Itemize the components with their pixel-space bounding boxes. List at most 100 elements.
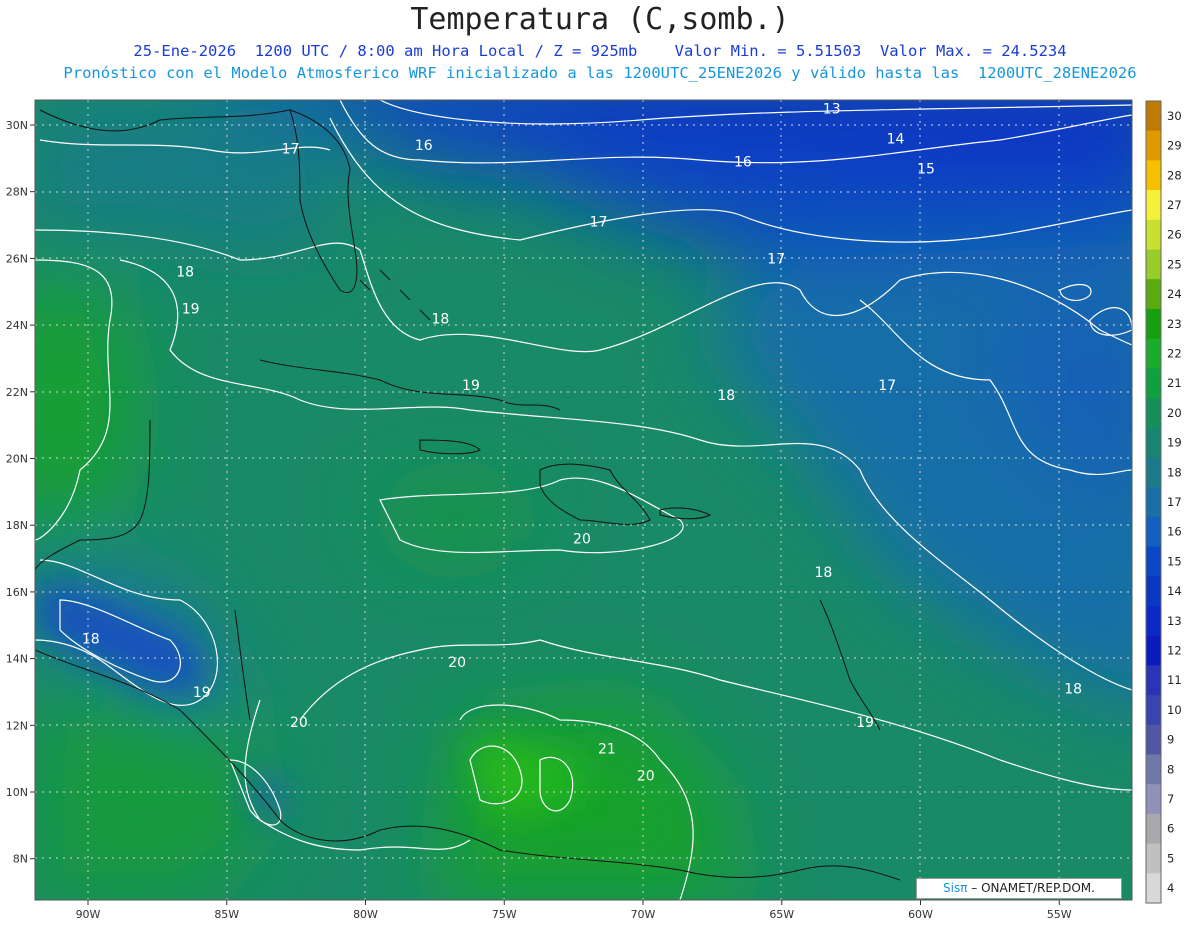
contour-label: 18 [432, 311, 450, 327]
credit-text: – ONAMET/REP.DOM. [971, 881, 1095, 895]
lat-tick-label: 26N [6, 252, 28, 265]
colorbar-swatch [1146, 695, 1161, 726]
contour-label: 20 [573, 532, 591, 548]
colorbar-label: 23 [1167, 317, 1182, 331]
colorbar-label: 6 [1167, 822, 1174, 836]
colorbar-label: 13 [1167, 614, 1182, 628]
colorbar-swatch [1146, 190, 1161, 221]
credit-box: Sisπ – ONAMET/REP.DOM. [916, 878, 1122, 899]
lat-tick-label: 12N [6, 719, 28, 732]
lon-tick-label: 70W [631, 908, 656, 921]
colorbar-swatch [1146, 635, 1161, 666]
colorbar-swatch [1146, 813, 1161, 845]
contour-label: 14 [887, 131, 905, 147]
colorbar-label: 9 [1167, 733, 1174, 747]
contour-label: 17 [282, 141, 300, 157]
contour-label: 21 [598, 742, 616, 758]
colorbar-swatch [1146, 665, 1161, 696]
contour-label: 19 [193, 685, 211, 701]
contour-label: 18 [82, 632, 100, 648]
lon-tick-label: 90W [76, 908, 101, 921]
colorbar-swatch [1146, 427, 1161, 458]
colorbar-label: 29 [1167, 139, 1182, 153]
lon-tick-label: 65W [769, 908, 794, 921]
colorbar-label: 5 [1167, 851, 1174, 865]
lon-tick-label: 80W [353, 908, 378, 921]
colorbar-label: 16 [1167, 525, 1182, 539]
colorbar-label: 27 [1167, 198, 1182, 212]
colorbar-swatch [1146, 219, 1161, 251]
lat-tick-label: 22N [6, 386, 28, 399]
contour-label: 18 [1064, 682, 1082, 698]
colorbar-swatch [1146, 873, 1161, 904]
contour-label: 16 [415, 138, 433, 154]
colorbar-label: 22 [1167, 346, 1182, 360]
colorbar-swatch [1146, 160, 1161, 191]
contour-label: 20 [290, 715, 308, 731]
lat-tick-label: 18N [6, 519, 28, 532]
colorbar-label: 8 [1167, 762, 1174, 776]
colorbar-label: 12 [1167, 644, 1182, 658]
temperature-colorbar: 30 29 28 27 26 25 24 23 22 21 20 19 18 17 16 15 14 13 12 11… [1145, 100, 1182, 904]
colorbar-label: 7 [1167, 792, 1174, 806]
colorbar-swatch [1146, 308, 1161, 340]
colorbar-label: 26 [1167, 228, 1182, 242]
contour-label: 13 [823, 101, 841, 117]
lon-tick-label: 75W [492, 908, 517, 921]
colorbar-label: 21 [1167, 376, 1182, 390]
colorbar-label: 4 [1167, 881, 1174, 895]
contour-label: 17 [878, 378, 896, 394]
lon-tick-label: 60W [908, 908, 933, 921]
colorbar-swatch [1146, 338, 1161, 369]
colorbar-swatch [1146, 784, 1161, 815]
contour-label: 20 [448, 655, 466, 671]
contour-label: 20 [637, 768, 655, 784]
colorbar-swatch [1146, 368, 1161, 399]
colorbar-label: 10 [1167, 703, 1182, 717]
lon-tick-label: 85W [214, 908, 239, 921]
lat-tick-label: 20N [6, 453, 28, 466]
lat-tick-label: 16N [6, 586, 28, 599]
colorbar-swatch [1146, 576, 1161, 607]
contour-label: 18 [814, 565, 832, 581]
contour-label: 19 [856, 715, 874, 731]
colorbar-label: 11 [1167, 673, 1182, 687]
colorbar-label: 25 [1167, 257, 1182, 271]
contour-label: 16 [734, 155, 752, 171]
lat-tick-label: 30N [6, 119, 28, 132]
contour-label: 17 [767, 251, 785, 267]
colorbar-swatch [1146, 279, 1161, 310]
colorbar-swatch [1146, 516, 1161, 548]
colorbar-label: 15 [1167, 554, 1182, 568]
lat-tick-label: 28N [6, 186, 28, 199]
contour-label: 19 [462, 378, 480, 394]
colorbar-label: 28 [1167, 168, 1182, 182]
colorbar-swatch [1146, 249, 1161, 280]
latitude-ticks: 30N 28N 26N 24N 22N 20N 18N 16N 14N 12N 10N 8N [6, 119, 35, 866]
colorbar-swatch [1146, 457, 1161, 488]
lat-tick-label: 8N [13, 853, 28, 866]
lon-tick-label: 55W [1047, 908, 1072, 921]
longitude-ticks: 90W 85W 80W 75W 70W 65W 60W 55W [76, 900, 1072, 921]
lat-tick-label: 14N [6, 653, 28, 666]
colorbar-swatch [1146, 843, 1161, 874]
colorbar-swatch [1146, 130, 1161, 161]
colorbar-label: 17 [1167, 495, 1182, 509]
contour-label: 18 [176, 265, 194, 281]
contour-label: 17 [590, 215, 608, 231]
colorbar-label: 20 [1167, 406, 1182, 420]
credit-brand: Sisπ [943, 881, 968, 895]
colorbar-swatch [1146, 605, 1161, 637]
colorbar-swatch [1146, 487, 1161, 518]
temperature-field [35, 100, 1132, 900]
colorbar-label: 18 [1167, 465, 1182, 479]
colorbar-label: 14 [1167, 584, 1182, 598]
colorbar-swatch [1146, 724, 1161, 755]
colorbar-swatch [1146, 101, 1161, 132]
contour-label: 19 [182, 301, 200, 317]
colorbar-swatch [1146, 754, 1161, 785]
colorbar-swatch [1146, 546, 1161, 577]
colorbar-swatch [1146, 398, 1161, 429]
temperature-map: 13 14 15 16 16 17 17 17 17 18 18 18 18 18 18 19 19 19 19 20… [6, 99, 1182, 921]
colorbar-label: 19 [1167, 436, 1182, 450]
